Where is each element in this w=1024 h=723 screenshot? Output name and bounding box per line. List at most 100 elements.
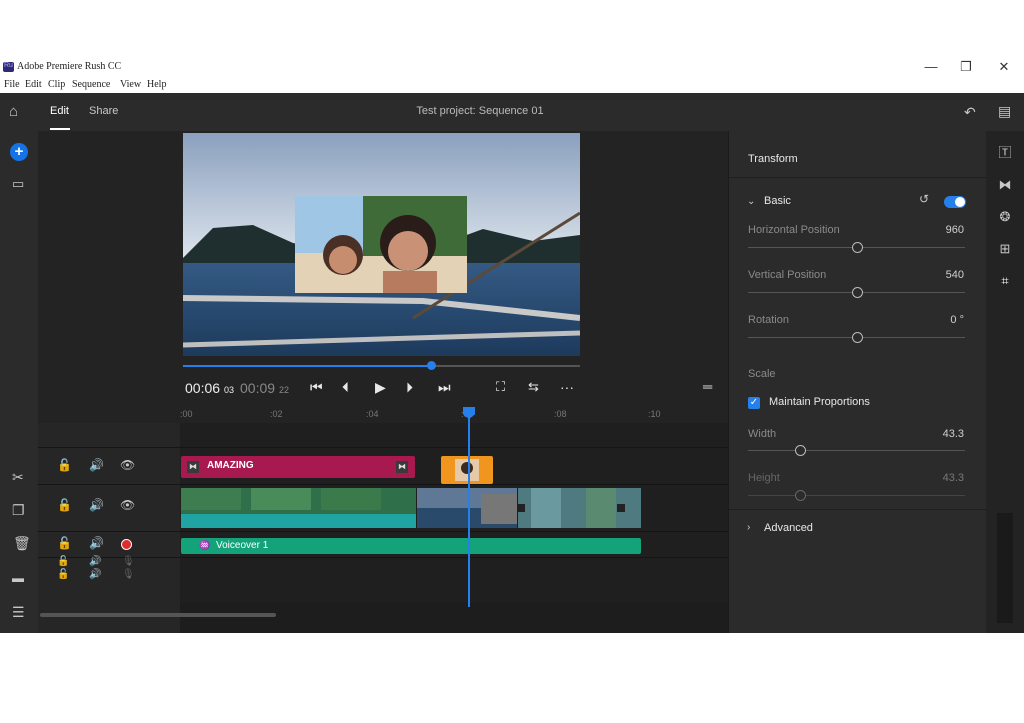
ruler-tick: :02 [270, 409, 283, 419]
loop-icon[interactable]: ⇆ [528, 379, 539, 395]
overlay-clip[interactable] [441, 456, 493, 484]
app-window: ⌂ Edit Share Test project: Sequence 01 ↶… [0, 93, 1024, 633]
lock-icon[interactable]: 🔓 [57, 459, 72, 471]
rotation-label: Rotation [748, 314, 789, 326]
menu-view[interactable]: View [120, 79, 141, 90]
microphone-icon[interactable]: 🎙 [122, 557, 135, 567]
basic-section: ⌄ Basic ↺ [729, 177, 987, 337]
eye-icon[interactable]: 👁 [120, 499, 135, 511]
track-height-icon[interactable]: ▬ [12, 572, 24, 584]
speaker-icon[interactable]: 🔊 [89, 499, 104, 511]
video-clip[interactable] [181, 488, 641, 528]
speaker-icon[interactable]: 🔊 [89, 557, 101, 567]
go-to-end-icon[interactable]: ⏭ [438, 379, 451, 396]
properties-panel: Transform ⌄ Basic ↺ Horizontal Position … [728, 131, 987, 633]
audio-clip[interactable]: ♒ Voiceover 1 [181, 538, 641, 554]
height-slider[interactable] [748, 490, 965, 501]
horizontal-position-slider[interactable] [748, 242, 965, 253]
titles-icon[interactable]: 🅃 [997, 145, 1013, 161]
play-icon[interactable]: ▶ [375, 379, 386, 396]
scrub-bar[interactable] [183, 361, 580, 370]
slider-knob[interactable] [795, 445, 807, 456]
scrub-handle[interactable] [427, 361, 437, 370]
slider-knob[interactable] [851, 332, 863, 343]
rotation-value[interactable]: 0 ° [950, 314, 964, 326]
speed-icon[interactable]: ⊞ [997, 241, 1013, 257]
minimize-button[interactable]: — [916, 58, 946, 76]
width-value[interactable]: 43.3 [943, 428, 964, 440]
record-voiceover-icon[interactable] [121, 539, 132, 550]
chevron-down-icon[interactable]: ⌄ [747, 196, 755, 207]
waveform-icon: ♒ [199, 540, 211, 550]
current-time: 00:06 [185, 380, 221, 396]
menu-help[interactable]: Help [147, 79, 166, 90]
close-button[interactable]: ✕ [989, 58, 1019, 76]
transition-icon[interactable]: ⧓ [396, 461, 408, 473]
screen: Adobe Premiere Rush CC — ❐ ✕ File Edit C… [0, 0, 1024, 723]
video-clip-thumbnails [181, 488, 641, 528]
project-title: Test project: Sequence 01 [416, 105, 544, 117]
advanced-section-title[interactable]: Advanced [764, 522, 813, 534]
ruler-tick: :04 [366, 409, 379, 419]
more-options-icon[interactable]: ··· [560, 379, 574, 395]
vertical-position-value[interactable]: 540 [946, 269, 964, 281]
fullscreen-icon[interactable]: ⛶ [496, 379, 505, 395]
menu-clip[interactable]: Clip [48, 79, 65, 90]
height-value[interactable]: 43.3 [943, 472, 964, 484]
menu-icon[interactable]: ═ [703, 379, 712, 394]
project-assets-icon[interactable]: ▭ [12, 177, 24, 190]
lock-icon[interactable]: 🔓 [57, 537, 72, 549]
add-media-button[interactable]: + [10, 143, 28, 161]
track-controls-icon[interactable]: ☰ [12, 605, 25, 619]
horizontal-position-value[interactable]: 960 [946, 224, 964, 236]
slider-knob[interactable] [851, 287, 863, 298]
speaker-icon[interactable]: 🔊 [89, 459, 104, 471]
video-preview[interactable] [183, 133, 580, 356]
slider-knob[interactable] [851, 242, 863, 253]
width-slider[interactable] [748, 445, 965, 456]
lock-icon[interactable]: 🔓 [57, 570, 69, 580]
transitions-icon[interactable]: ⧓ [997, 177, 1013, 193]
step-forward-icon[interactable]: ⏵ [406, 379, 413, 396]
maximize-button[interactable]: ❐ [951, 58, 981, 76]
row-divider [38, 531, 728, 532]
overlay-clip-thumbnail [455, 459, 479, 481]
speaker-icon[interactable]: 🔊 [89, 570, 101, 580]
transition-icon[interactable]: ⧓ [187, 461, 199, 473]
undo-icon[interactable]: ↶ [964, 105, 976, 119]
playhead[interactable] [463, 407, 475, 607]
delete-icon[interactable]: 🗑 [13, 536, 31, 550]
lock-icon[interactable]: 🔓 [57, 557, 69, 567]
rotation-slider[interactable] [748, 332, 965, 343]
audio-clip-label: Voiceover 1 [216, 540, 269, 551]
microphone-icon[interactable]: 🎙 [122, 570, 135, 580]
chevron-right-icon[interactable]: › [747, 522, 750, 533]
panel-title: Transform [748, 153, 798, 165]
slider-knob[interactable] [795, 490, 807, 501]
step-back-icon[interactable]: ⏴ [342, 379, 349, 396]
maintain-proportions-checkbox[interactable]: ✓ [748, 397, 760, 409]
menu-edit[interactable]: Edit [25, 79, 42, 90]
go-to-start-icon[interactable]: ⏮ [310, 379, 323, 396]
speaker-icon[interactable]: 🔊 [89, 537, 104, 549]
vertical-position-slider[interactable] [748, 287, 965, 298]
menu-sequence[interactable]: Sequence [72, 79, 110, 90]
crop-transform-icon[interactable]: ⌗ [997, 273, 1013, 289]
reset-icon[interactable]: ↺ [919, 193, 929, 205]
title-clip[interactable]: ⧓ AMAZING ⧓ [181, 456, 415, 478]
maintain-proportions-label[interactable]: Maintain Proportions [769, 396, 870, 408]
basic-section-title[interactable]: Basic [764, 195, 791, 207]
eye-icon[interactable]: 👁 [120, 459, 135, 471]
menu-file[interactable]: File [4, 79, 20, 90]
timeline-scrollbar[interactable] [40, 613, 276, 617]
lock-icon[interactable]: 🔓 [57, 499, 72, 511]
total-duration: 00:09 22 [240, 380, 289, 396]
menu-bar: File Edit Clip Sequence View Help [0, 79, 1024, 93]
video-frame-image [183, 133, 580, 356]
timeline-ruler[interactable]: :00 :02 :04 :06 :08 :10 [38, 407, 728, 423]
duplicate-icon[interactable]: ❐ [12, 503, 25, 517]
feedback-icon[interactable]: ▤ [998, 104, 1011, 118]
color-icon[interactable]: ❂ [997, 209, 1013, 225]
basic-enable-toggle[interactable] [944, 196, 966, 208]
scissors-icon[interactable]: ✂ [12, 470, 24, 484]
